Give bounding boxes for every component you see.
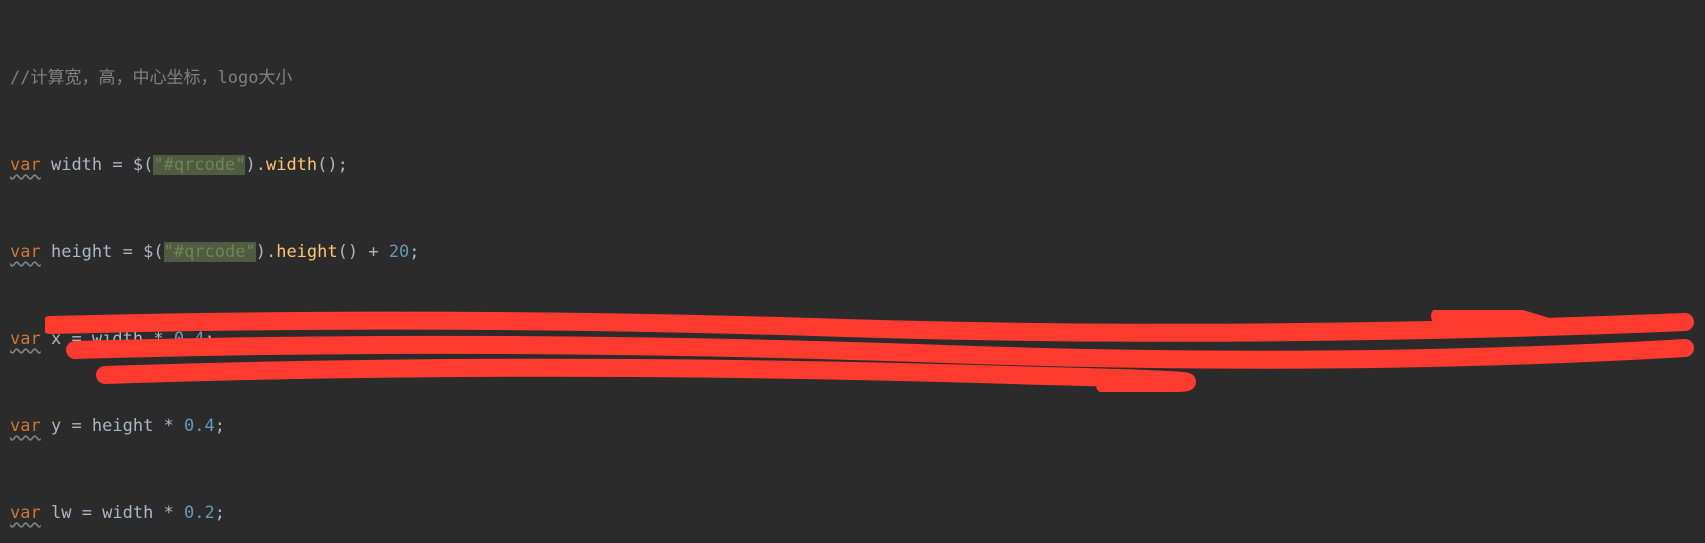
code-line: var height = $("#qrcode").height() + 20; xyxy=(6,238,1705,267)
string-literal: "#qrcode" xyxy=(153,155,245,175)
string-literal: "#qrcode" xyxy=(164,242,256,262)
comment-slash: // xyxy=(10,68,30,88)
identifier: height xyxy=(51,242,112,262)
number-literal: 0.4 xyxy=(174,329,205,349)
method-call: width xyxy=(266,155,317,175)
number-literal: 20 xyxy=(389,242,409,262)
code-line: var width = $("#qrcode").width(); xyxy=(6,151,1705,180)
number-literal: 0.4 xyxy=(184,416,215,436)
code-line: var x = width * 0.4; xyxy=(6,325,1705,354)
code-editor[interactable]: //计算宽，高，中心坐标，logo大小 var width = $("#qrco… xyxy=(0,0,1705,543)
identifier: width xyxy=(51,155,102,175)
identifier: x xyxy=(51,329,61,349)
keyword-var: var xyxy=(10,503,41,523)
code-line: //计算宽，高，中心坐标，logo大小 xyxy=(6,64,1705,93)
code-line: var lw = width * 0.2; xyxy=(6,499,1705,528)
number-literal: 0.2 xyxy=(184,503,215,523)
identifier: y xyxy=(51,416,61,436)
keyword-var: var xyxy=(10,329,41,349)
comment-text: 计算宽，高，中心坐标，logo大小 xyxy=(30,68,292,88)
keyword-var: var xyxy=(10,242,41,262)
editor-right-margin xyxy=(1695,0,1705,543)
code-line: var y = height * 0.4; xyxy=(6,412,1705,441)
keyword-var: var xyxy=(10,155,41,175)
keyword-var: var xyxy=(10,416,41,436)
method-call: height xyxy=(276,242,337,262)
identifier: lw xyxy=(51,503,71,523)
